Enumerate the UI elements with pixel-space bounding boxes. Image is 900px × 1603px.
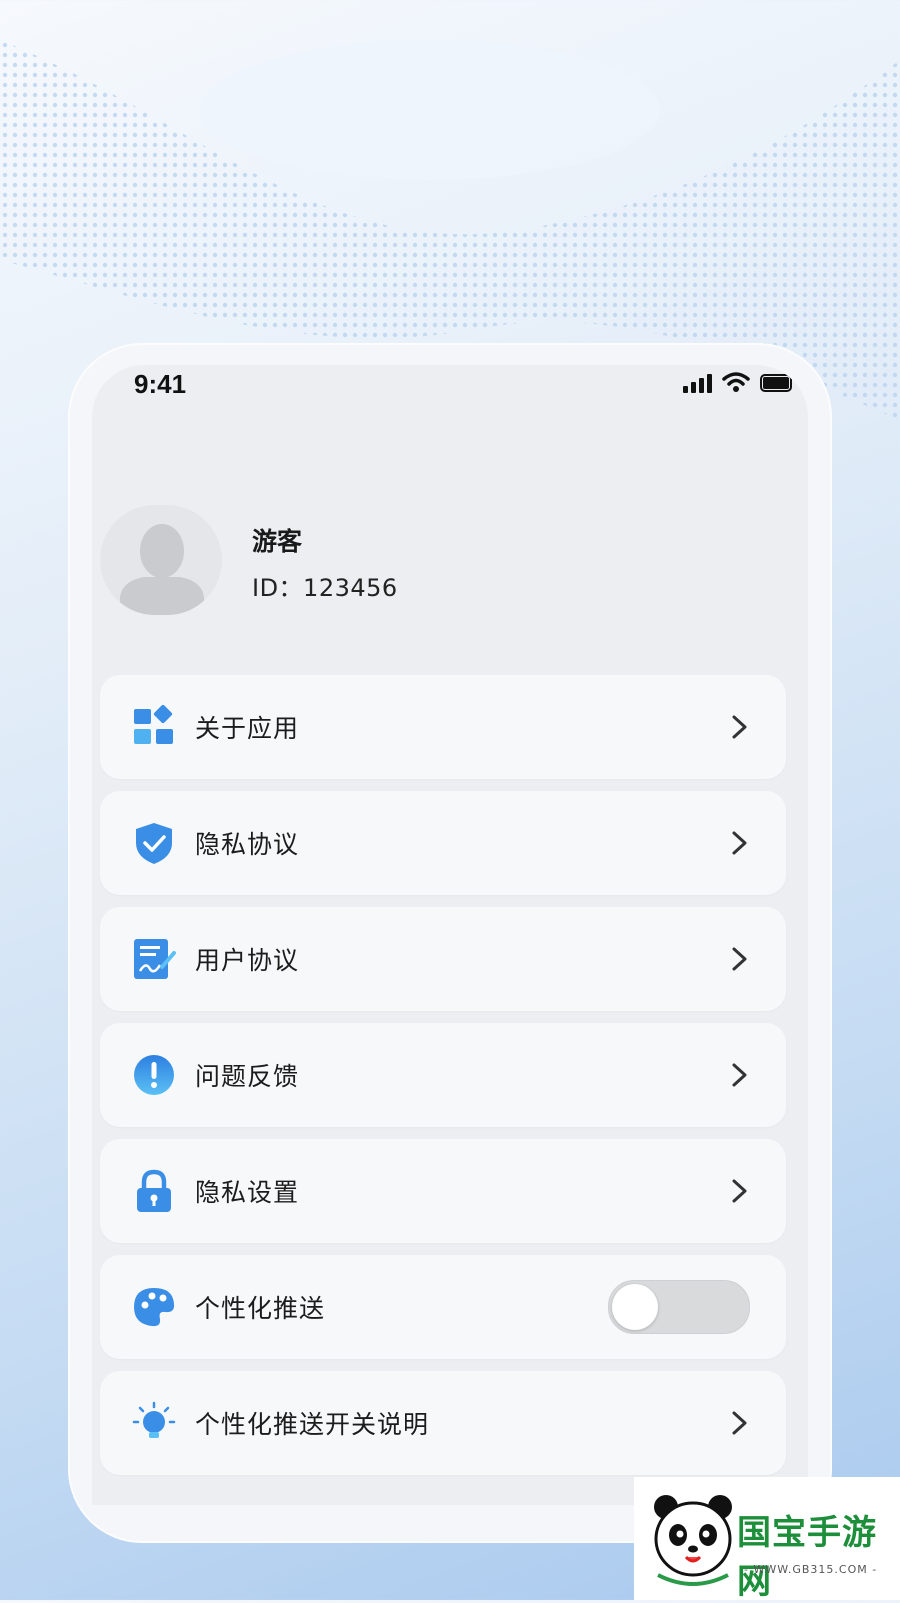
personalized-push-toggle[interactable] xyxy=(608,1280,750,1334)
wifi-icon xyxy=(722,372,750,392)
avatar[interactable] xyxy=(100,505,222,615)
exclamation-circle-icon xyxy=(134,1055,174,1095)
lock-icon xyxy=(137,1169,171,1212)
panda-logo-icon xyxy=(654,1495,732,1586)
chevron-right-icon xyxy=(732,947,747,971)
menu-item-label: 个性化推送开关说明 xyxy=(195,1410,430,1439)
menu-item-label: 关于应用 xyxy=(195,714,300,743)
watermark-subtitle: - WWW.GB315.COM - xyxy=(744,1563,878,1576)
menu-item-label: 问题反馈 xyxy=(195,1062,300,1091)
settings-menu: 关于应用 隐私协议 用户协议 问题反馈 隐私设置 个性化推送 个性化推送开关说明 xyxy=(100,675,786,1487)
chevron-right-icon xyxy=(732,715,747,739)
grid-apps-icon xyxy=(134,705,173,744)
document-sign-icon xyxy=(134,939,176,979)
cellular-signal-icon xyxy=(683,373,712,393)
menu-item-label: 隐私协议 xyxy=(195,830,300,859)
watermark-title: 国宝手游网 xyxy=(737,1513,877,1602)
menu-item-user-agreement[interactable]: 用户协议 xyxy=(100,907,786,1011)
menu-item-label: 个性化推送 xyxy=(195,1294,326,1323)
default-user-icon xyxy=(120,524,204,615)
menu-item-about-app[interactable]: 关于应用 xyxy=(100,675,786,779)
chevron-right-icon xyxy=(732,1179,747,1203)
toggle-knob xyxy=(612,1284,658,1330)
battery-icon xyxy=(760,374,792,392)
chevron-right-icon xyxy=(732,1411,747,1435)
status-icons xyxy=(683,371,794,393)
user-name: 游客 xyxy=(252,527,303,556)
status-time: 9:41 xyxy=(134,369,187,399)
menu-item-feedback[interactable]: 问题反馈 xyxy=(100,1023,786,1127)
menu-item-label: 隐私设置 xyxy=(195,1178,300,1207)
site-watermark: 国宝手游网 - WWW.GB315.COM - xyxy=(634,1477,900,1602)
menu-item-personalized-push: 个性化推送 xyxy=(100,1255,786,1359)
user-id: ID：123456 xyxy=(252,574,398,602)
palette-icon xyxy=(134,1288,175,1327)
menu-item-privacy-settings[interactable]: 隐私设置 xyxy=(100,1139,786,1243)
menu-item-push-explanation[interactable]: 个性化推送开关说明 xyxy=(100,1371,786,1475)
lightbulb-icon xyxy=(132,1401,176,1438)
shield-check-icon xyxy=(136,823,172,864)
menu-item-privacy-policy[interactable]: 隐私协议 xyxy=(100,791,786,895)
menu-item-label: 用户协议 xyxy=(195,946,300,975)
chevron-right-icon xyxy=(732,1063,747,1087)
app-screen: 9:41 游客 ID：123456 关于应用 隐私协议 用户协议 问题反馈 隐私… xyxy=(92,365,808,1505)
chevron-right-icon xyxy=(732,831,747,855)
